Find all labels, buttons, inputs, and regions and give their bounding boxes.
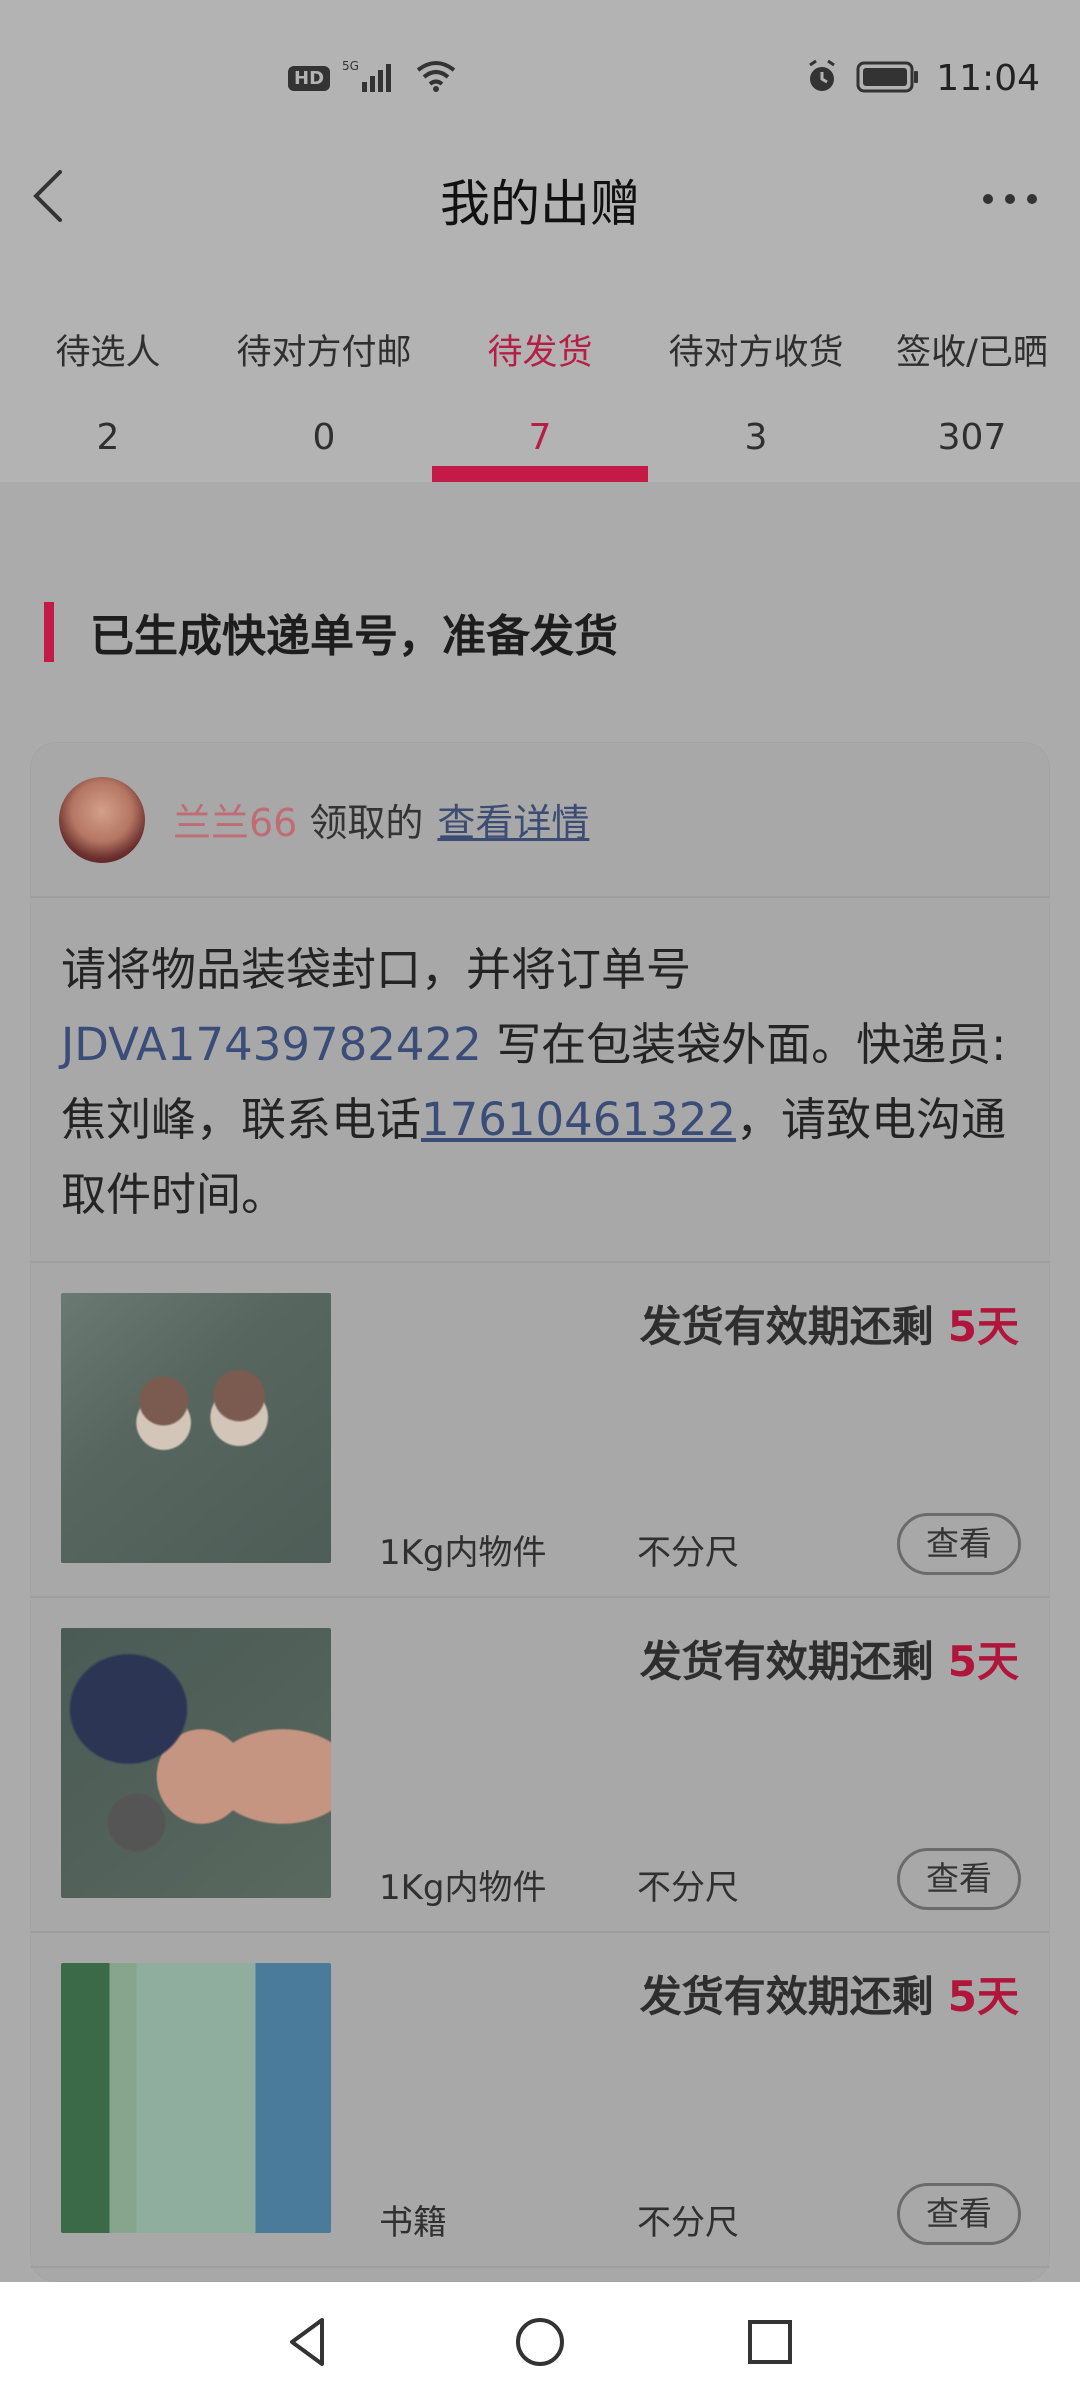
view-details-link[interactable]: 查看详情 (437, 792, 589, 847)
item-photo[interactable] (61, 1628, 331, 1898)
status-icons-left: HD 5G (288, 58, 458, 98)
item-size: 不分尺 (637, 1868, 739, 1908)
days-remaining: 5天 (947, 1302, 1019, 1351)
alarm-icon (804, 59, 840, 99)
tab-count: 7 (528, 417, 552, 458)
network-type-label: 5G (342, 59, 359, 73)
list-item: 发货有效期还剩 5天 1Kg内物件 不分尺 查看 (31, 1263, 1049, 1598)
tab-pending-postage[interactable]: 待对方付邮 0 (216, 290, 432, 482)
nav-back-icon[interactable] (278, 2312, 338, 2372)
tab-count: 0 (312, 417, 336, 458)
page-title: 我的出赠 (440, 175, 640, 233)
view-button[interactable]: 查看 (897, 1513, 1021, 1575)
list-item: 发货有效期还剩 5天 书籍 不分尺 查看 (31, 1933, 1049, 2268)
deadline-label: 发货有效期还剩 (639, 1637, 934, 1686)
tab-label: 待对方付邮 (236, 333, 412, 373)
card-header: 兰兰66 领取的 查看详情 (31, 743, 1049, 898)
status-bar: HD 5G 11:04 (0, 0, 1080, 150)
tab-label: 待对方收货 (668, 333, 844, 373)
shipping-deadline: 发货有效期还剩 5天 (640, 1293, 1019, 1354)
item-category: 1Kg内物件 (379, 1868, 547, 1908)
item-photo[interactable] (61, 1293, 331, 1563)
tab-label: 待发货 (487, 333, 593, 373)
courier-phone-link[interactable]: 17610461322 (421, 1093, 736, 1146)
deadline-label: 发货有效期还剩 (639, 1972, 934, 2021)
system-nav-bar (0, 2282, 1080, 2400)
tab-count: 3 (744, 417, 768, 458)
section-accent-bar (44, 602, 54, 662)
app-header: 我的出赠 (0, 150, 1080, 290)
section-title: 已生成快递单号，准备发货 (90, 611, 618, 662)
receiver-name[interactable]: 兰兰66 (173, 792, 297, 847)
list-item: 发货有效期还剩 5天 1Kg内物件 不分尺 查看 (31, 1598, 1049, 1933)
item-category: 1Kg内物件 (379, 1533, 547, 1573)
days-remaining: 5天 (947, 1637, 1019, 1686)
battery-icon (856, 60, 920, 98)
active-tab-indicator (432, 466, 648, 482)
instruction-text: 请将物品装袋封口，并将订单号 (61, 943, 692, 996)
order-number: JDVA17439782422 (61, 1018, 482, 1071)
more-icon[interactable] (980, 190, 1040, 208)
tab-pending-select[interactable]: 待选人 2 (0, 290, 216, 482)
item-category: 书籍 (379, 2203, 447, 2243)
item-photo[interactable] (61, 1963, 331, 2233)
hd-icon: HD (288, 65, 331, 91)
avatar[interactable] (59, 776, 145, 863)
status-icons-right: 11:04 (804, 58, 1040, 99)
days-remaining: 5天 (947, 1972, 1019, 2021)
tab-label: 待选人 (55, 333, 161, 373)
shipment-card: 兰兰66 领取的 查看详情 请将物品装袋封口，并将订单号 JDVA1743978… (30, 742, 1050, 2282)
tab-label: 签收/已晒 (896, 333, 1048, 373)
shipping-instruction: 请将物品装袋封口，并将订单号 JDVA17439782422 写在包装袋外面。快… (31, 898, 1049, 1263)
tab-count: 2 (96, 417, 120, 458)
tab-received-shared[interactable]: 签收/已晒 307 (864, 290, 1080, 482)
tab-pending-receipt[interactable]: 待对方收货 3 (648, 290, 864, 482)
shipping-deadline: 发货有效期还剩 5天 (640, 1963, 1019, 2024)
item-size: 不分尺 (637, 2203, 739, 2243)
wifi-icon (414, 58, 458, 98)
section-heading: 已生成快递单号，准备发货 (44, 600, 618, 664)
tab-pending-shipment[interactable]: 待发货 7 (432, 290, 648, 482)
view-button[interactable]: 查看 (897, 1848, 1021, 1910)
nav-recents-icon[interactable] (740, 2312, 800, 2372)
view-button[interactable]: 查看 (897, 2183, 1021, 2245)
item-size: 不分尺 (637, 1533, 739, 1573)
shipping-deadline: 发货有效期还剩 5天 (640, 1628, 1019, 1689)
claim-text: 领取的 (309, 801, 424, 845)
tab-count: 307 (937, 417, 1007, 458)
clock: 11:04 (936, 58, 1040, 99)
signal-icon: 5G (342, 58, 402, 98)
nav-home-icon[interactable] (510, 2312, 570, 2372)
status-tabs: 待选人 2 待对方付邮 0 待发货 7 待对方收货 3 签收/已晒 307 (0, 290, 1080, 482)
deadline-label: 发货有效期还剩 (639, 1302, 934, 1351)
